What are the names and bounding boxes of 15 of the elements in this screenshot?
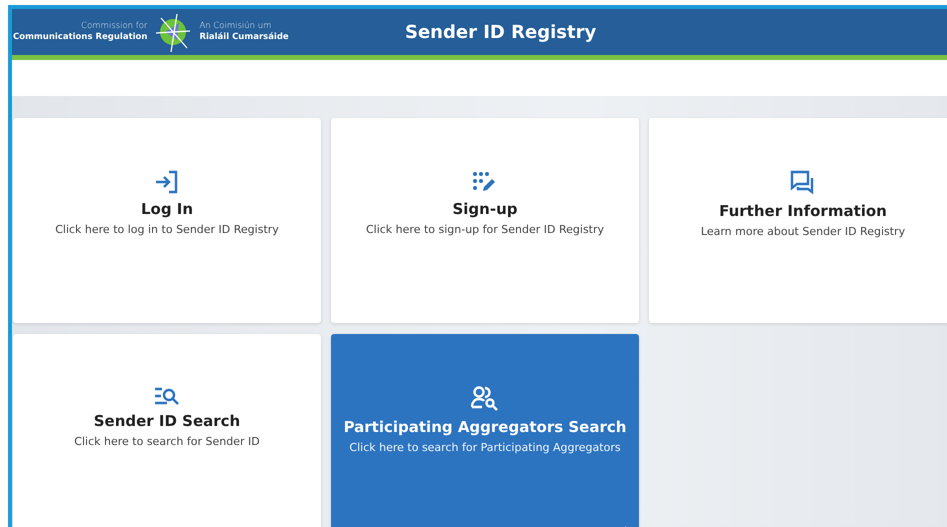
chat-bubbles-icon bbox=[790, 170, 816, 196]
navigation-card[interactable]: Log In Click here to log in to Sender ID Registry bbox=[13, 118, 321, 323]
user-search-icon bbox=[471, 386, 499, 412]
logo-text: An Coimisiún um bbox=[199, 21, 272, 32]
page-title: Sender ID Registry bbox=[405, 22, 596, 42]
sign-in-icon bbox=[154, 170, 180, 194]
logo-text: Rialáil Cumarsáide bbox=[199, 32, 289, 43]
navigation-card[interactable]: Participating Aggregators Search Click here to search for Participating Aggregators bbox=[331, 334, 639, 527]
navigation-card[interactable]: Further Information Learn more about Sender ID Registry bbox=[649, 118, 947, 323]
list-search-icon bbox=[154, 386, 180, 406]
logo-text: Communications Regulation bbox=[13, 32, 148, 43]
dot-grid-pencil-icon bbox=[472, 170, 498, 194]
navigation-card[interactable]: Sign-up Click here to sign-up for Sender ID Registry bbox=[331, 118, 639, 323]
logo-text: Commission for bbox=[81, 21, 148, 32]
navigation-card[interactable]: Sender ID Search Click here to search for Sender ID bbox=[13, 334, 321, 527]
